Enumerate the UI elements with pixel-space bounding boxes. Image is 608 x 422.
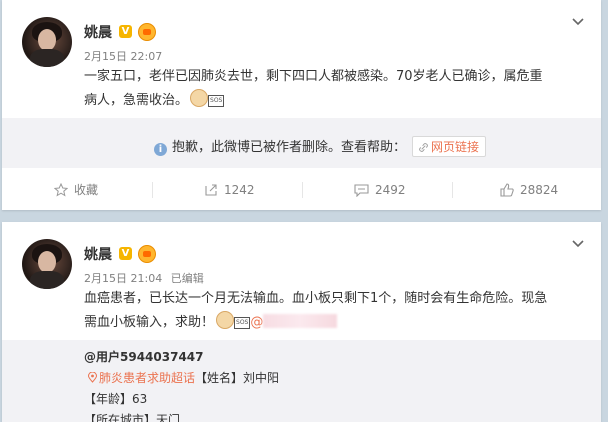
repost-button[interactable]: 1242 — [204, 170, 255, 210]
author-name[interactable]: 姚晨 — [84, 244, 112, 264]
medal-icon — [138, 245, 156, 263]
repost-icon — [205, 184, 217, 196]
thumbs-up-icon — [500, 183, 514, 197]
age-field: 【年龄】63 — [84, 392, 148, 406]
post-text-line: 一家五口，老伴已因肺炎去世，剩下四口人都被感染。70岁老人已确诊，属危重 — [84, 69, 543, 84]
comment-button[interactable]: 2492 — [354, 170, 406, 210]
edited-label[interactable]: 已编辑 — [171, 272, 204, 285]
avatar[interactable] — [22, 239, 72, 289]
post-text-line: 病人，急需收治。 — [84, 93, 189, 108]
supertopic-link[interactable]: 肺炎患者求助超话【姓名】刘中阳 — [87, 369, 280, 386]
weibo-post-card: 姚晨 V 2月15日 22:07 一家五口，老伴已因肺炎去世，剩下四口人都被感染… — [2, 0, 601, 210]
quoted-user-link[interactable]: @用户5944037447 — [84, 348, 204, 365]
pray-emoji-icon — [216, 311, 235, 329]
avatar[interactable] — [22, 17, 72, 67]
post-date[interactable]: 2月15日 21:04 — [84, 272, 162, 285]
post-text-line: 需血小板输入，求助！ — [84, 315, 215, 330]
location-pin-icon — [87, 371, 98, 383]
pray-emoji-icon — [190, 89, 209, 107]
blurred-username — [263, 314, 338, 328]
deleted-notice: i 抱歉，此微博已被作者删除。查看帮助： 网页链接 — [154, 136, 487, 157]
post-text: 血癌患者，已长达一个月无法输血。血小板只剩下1个，随时会有生命危险。现急 需血小… — [84, 287, 584, 335]
info-icon: i — [154, 143, 167, 156]
deleted-quote-box: i 抱歉，此微博已被作者删除。查看帮助： 网页链接 — [2, 118, 601, 168]
sos-emoji-icon: SOS — [208, 95, 225, 107]
post-date[interactable]: 2月15日 22:07 — [84, 48, 162, 64]
mention-link[interactable]: @ — [250, 314, 338, 330]
post-meta: 2月15日 21:04 已编辑 — [84, 270, 204, 286]
verified-badge-icon: V — [119, 247, 132, 260]
post-text-line: 血癌患者，已长达一个月无法输血。血小板只剩下1个，随时会有生命危险。现急 — [84, 291, 548, 306]
post-text: 一家五口，老伴已因肺炎去世，剩下四口人都被感染。70岁老人已确诊，属危重 病人，… — [84, 65, 584, 113]
sos-emoji-icon: SOS — [234, 317, 251, 329]
weibo-post-card: 姚晨 V 2月15日 21:04 已编辑 血癌患者，已长达一个月无法输血。血小板… — [2, 222, 601, 422]
action-bar: 收藏 1242 2492 28824 — [2, 170, 601, 210]
chevron-down-icon[interactable] — [572, 240, 584, 250]
city-field: 【所在城市】天门 — [84, 413, 181, 422]
medal-icon — [138, 23, 156, 41]
name-field: 【姓名】刘中阳 — [195, 371, 280, 385]
quoted-post-box: @用户5944037447 肺炎患者求助超话【姓名】刘中阳 【年龄】63 【所在… — [2, 340, 601, 422]
star-icon — [53, 182, 69, 197]
web-link-button[interactable]: 网页链接 — [412, 136, 487, 157]
link-icon — [419, 143, 428, 152]
comment-icon — [354, 184, 369, 198]
chevron-down-icon[interactable] — [572, 18, 584, 28]
like-button[interactable]: 28824 — [500, 170, 558, 210]
verified-badge-icon: V — [119, 25, 132, 38]
favorite-button[interactable]: 收藏 — [53, 170, 98, 210]
author-name[interactable]: 姚晨 — [84, 22, 112, 42]
